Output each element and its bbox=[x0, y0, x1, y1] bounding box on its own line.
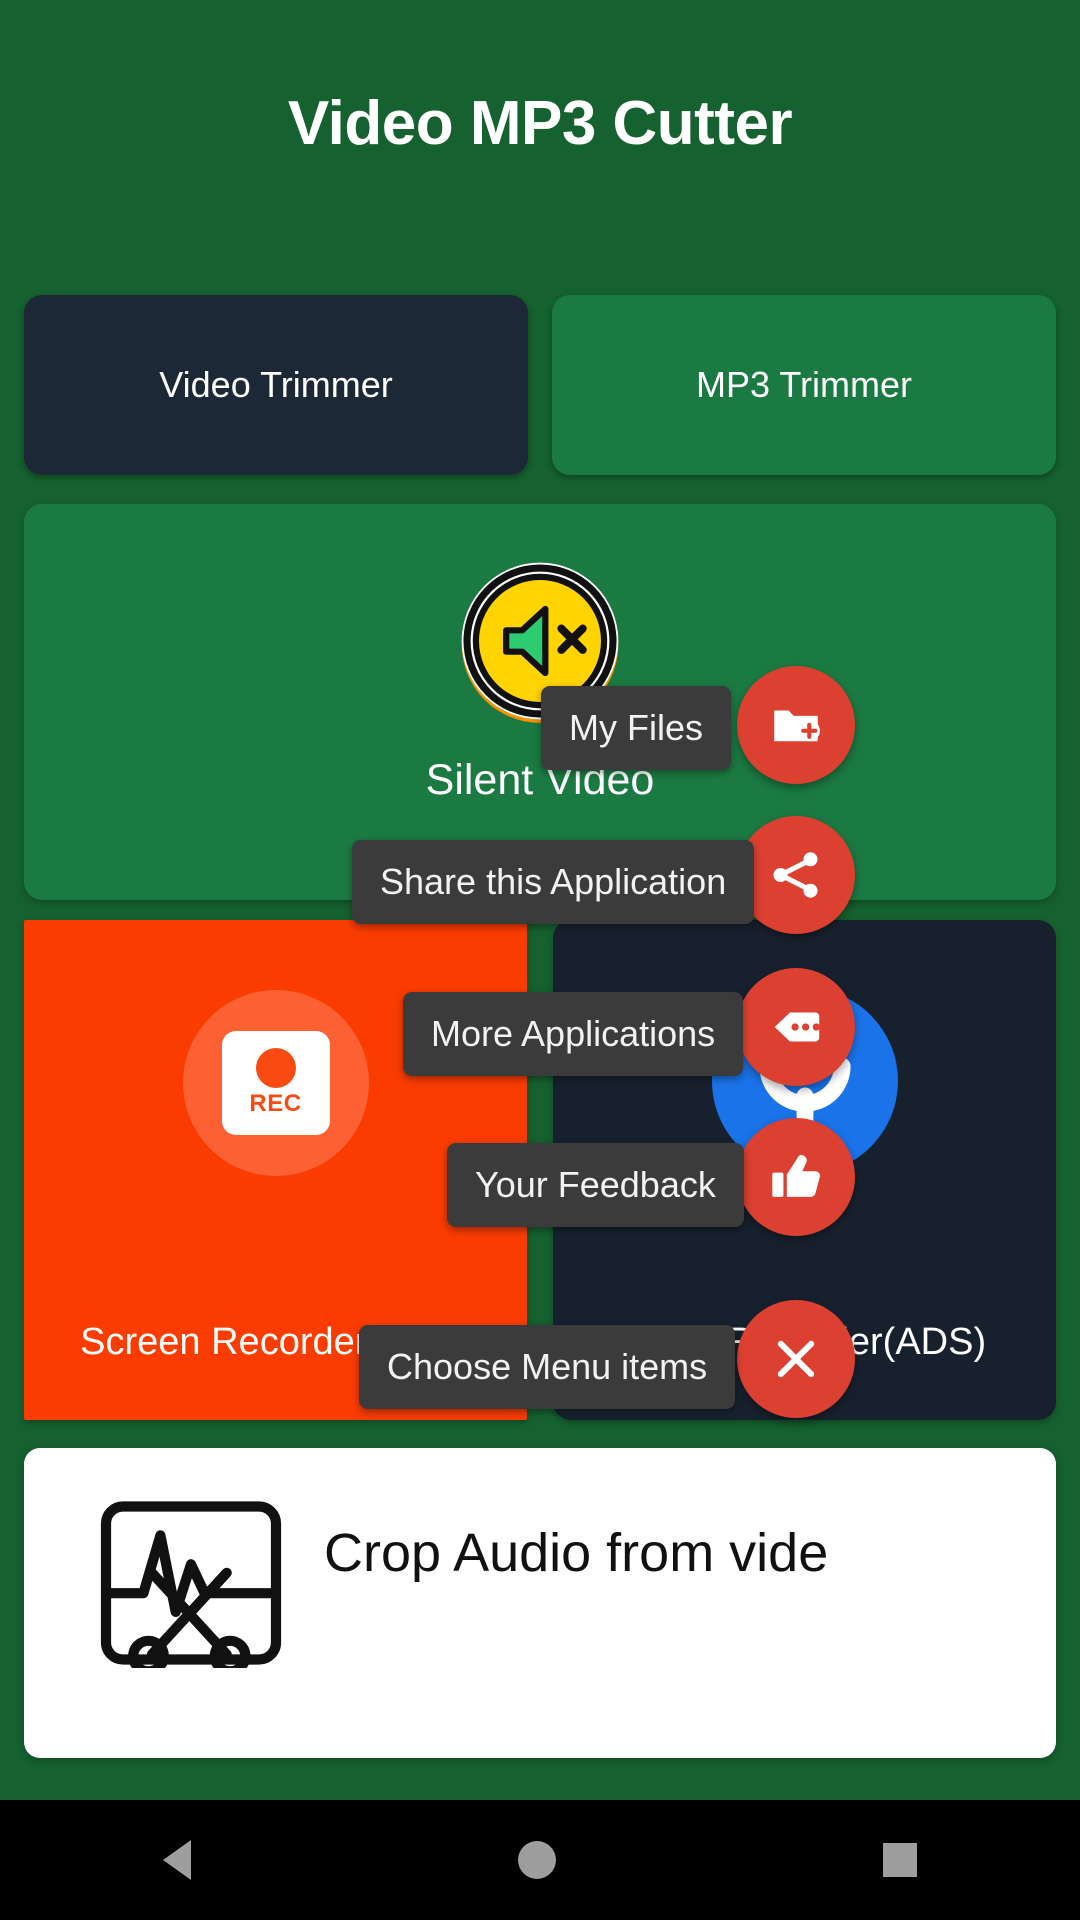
close-icon bbox=[777, 1340, 815, 1378]
tab-mp3-trimmer-label: MP3 Trimmer bbox=[696, 364, 912, 405]
tooltip-share-app[interactable]: Share this Application bbox=[352, 840, 755, 924]
fab-close-menu[interactable] bbox=[737, 1300, 855, 1418]
crop-audio-card[interactable]: Crop Audio from vide bbox=[24, 1448, 1056, 1758]
record-dot-icon bbox=[255, 1048, 296, 1088]
tooltip-your-feedback[interactable]: Your Feedback bbox=[447, 1143, 744, 1227]
rec-circle-bg: REC bbox=[182, 990, 369, 1176]
fab-your-feedback[interactable] bbox=[737, 1118, 855, 1236]
tab-video-trimmer[interactable]: Video Trimmer bbox=[24, 295, 528, 475]
back-triangle-icon[interactable] bbox=[163, 1840, 192, 1880]
tooltip-more-apps[interactable]: More Applications bbox=[403, 992, 744, 1076]
tab-mp3-trimmer[interactable]: MP3 Trimmer bbox=[552, 295, 1056, 475]
rec-badge-icon: REC bbox=[221, 1031, 330, 1135]
recents-square-icon[interactable] bbox=[882, 1843, 917, 1877]
folder-plus-icon bbox=[774, 710, 820, 742]
rec-badge-text: REC bbox=[249, 1090, 302, 1117]
tooltip-my-files[interactable]: My Files bbox=[541, 686, 731, 770]
tag-dots-icon bbox=[774, 1012, 820, 1042]
tab-bar: Video Trimmer MP3 Trimmer bbox=[24, 295, 1056, 475]
page-title: Video MP3 Cutter bbox=[287, 89, 793, 158]
tab-video-trimmer-label: Video Trimmer bbox=[159, 364, 393, 405]
tooltip-choose-menu[interactable]: Choose Menu items bbox=[359, 1325, 736, 1409]
android-navbar bbox=[0, 1800, 1080, 1920]
scissors-waveform-icon bbox=[100, 1501, 282, 1668]
silent-video-label: Silent Video bbox=[425, 756, 655, 804]
share-icon bbox=[773, 852, 818, 898]
fab-more-applications[interactable] bbox=[737, 968, 855, 1086]
fab-share-app[interactable] bbox=[737, 816, 855, 934]
app-screen: Video MP3 Cutter Video Trimmer MP3 Trimm… bbox=[0, 0, 1080, 1920]
crop-audio-label: Crop Audio from vide bbox=[324, 1523, 829, 1583]
home-circle-icon[interactable] bbox=[517, 1841, 556, 1879]
thumbs-up-icon bbox=[772, 1155, 820, 1197]
fab-my-files[interactable] bbox=[737, 666, 855, 784]
